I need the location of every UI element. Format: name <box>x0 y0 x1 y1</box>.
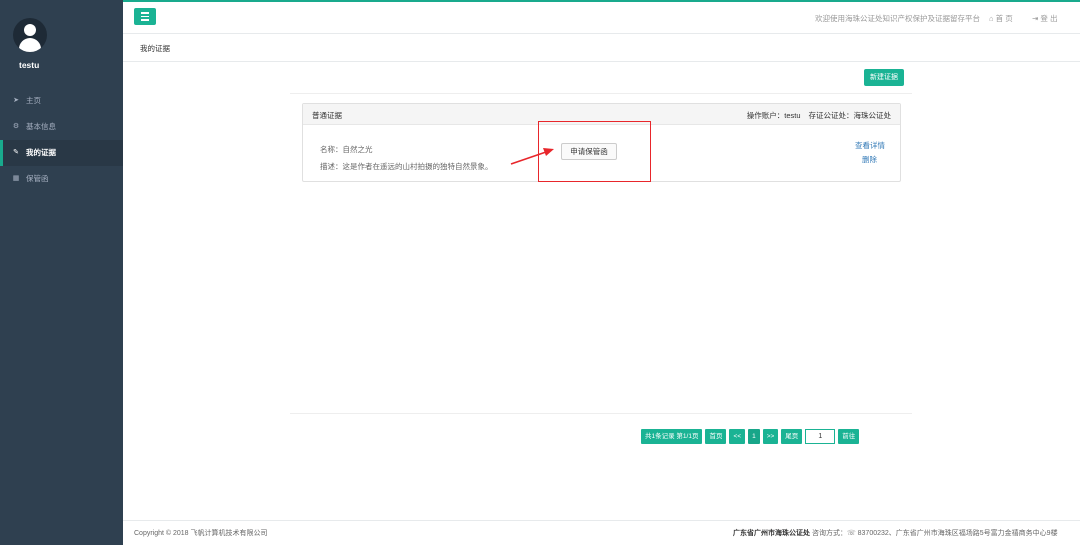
delete-link[interactable]: 删除 <box>862 154 877 165</box>
sidebar-item-label: 主页 <box>26 96 41 105</box>
footer: Copyright © 2018 飞帆计算机技术有限公司 广东省广州市海珠公证处… <box>123 520 1080 545</box>
arrow-shaft <box>510 151 547 165</box>
sidebar-item-label: 保管函 <box>26 174 49 183</box>
sidebar-item-custody-letter[interactable]: ▦ 保管函 <box>0 166 123 192</box>
operator-value: testu <box>784 111 801 120</box>
username: testu <box>19 60 40 70</box>
page-number-input[interactable]: 1 <box>805 429 836 444</box>
gear-icon: ⚙ <box>12 123 20 130</box>
page-1-button[interactable]: 1 <box>748 429 760 444</box>
view-details-link[interactable]: 查看详情 <box>855 140 885 151</box>
pagination: 共1条记录 第1/1页 首页 << 1 >> 尾页 1 前往 <box>641 429 860 444</box>
sidebar: testu ➤ 主页 ⚙ 基本信息 ✎ 我的证据 ▦ 保管函 <box>0 0 123 545</box>
go-page-button[interactable]: 前往 <box>838 429 860 444</box>
paper-plane-icon: ➤ <box>13 97 19 104</box>
sidebar-item-label: 基本信息 <box>26 122 56 131</box>
sidebar-nav: ➤ 主页 ⚙ 基本信息 ✎ 我的证据 ▦ 保管函 <box>0 88 123 192</box>
pagination-summary: 共1条记录 第1/1页 <box>641 429 703 444</box>
sidebar-item-home[interactable]: ➤ 主页 <box>0 88 123 114</box>
sidebar-item-basic-info[interactable]: ⚙ 基本信息 <box>0 114 123 140</box>
welcome-text: 欢迎使用海珠公证处知识产权保护及证据留存平台 <box>815 14 980 23</box>
first-page-button[interactable]: 首页 <box>705 429 727 444</box>
prev-page-button[interactable]: << <box>729 429 746 444</box>
home-link[interactable]: ⌂ 首 页 <box>989 13 1013 24</box>
avatar-body-shape <box>19 38 41 52</box>
logout-link[interactable]: ⇥ 登 出 <box>1032 13 1057 24</box>
page-title: 我的证据 <box>140 44 170 53</box>
avatar-head-shape <box>24 24 36 36</box>
menu-toggle-button[interactable] <box>134 8 156 25</box>
user-avatar[interactable] <box>13 18 47 52</box>
breadcrumb: 我的证据 <box>123 34 1080 62</box>
office-value: 海珠公证处 <box>853 111 892 120</box>
operator-label: 操作账户： <box>746 111 785 120</box>
org-name: 广东省广州市海珠公证处 <box>733 530 810 537</box>
table-icon: ▦ <box>12 175 20 182</box>
top-bar: 欢迎使用海珠公证处知识产权保护及证据留存平台 ⌂ 首 页 ⇥ 登 出 <box>123 0 1080 34</box>
contact-info: 广东省广州市海珠公证处 咨询方式：☏ 83700232、广东省广州市海珠区福场路… <box>733 528 1058 538</box>
contact-text: 咨询方式：☏ 83700232、广东省广州市海珠区福场路5号富力金禧商务中心9楼 <box>810 530 1058 537</box>
evidence-meta: 操作账户：testu 存证公证处：海珠公证处 <box>747 110 891 121</box>
hamburger-icon-line <box>141 15 149 18</box>
red-arrow-icon <box>510 148 554 165</box>
sidebar-item-my-evidence[interactable]: ✎ 我的证据 <box>0 140 123 166</box>
sidebar-item-label: 我的证据 <box>26 148 56 157</box>
evidence-description: 描述：这是作者在遥远的山村拍摄的独特自然景象。 <box>320 162 493 171</box>
last-page-button[interactable]: 尾页 <box>781 429 803 444</box>
hamburger-icon-line <box>141 19 149 21</box>
office-label: 存证公证处： <box>808 111 854 120</box>
gavel-icon: ✎ <box>13 149 19 156</box>
evidence-name: 名称：自然之光 <box>320 145 373 154</box>
copyright-text: Copyright © 2018 飞帆计算机技术有限公司 <box>134 530 268 537</box>
arrow-head <box>543 148 554 156</box>
hamburger-icon-line <box>141 12 149 14</box>
new-evidence-button[interactable]: 新建证据 <box>864 69 904 86</box>
evidence-type: 普通证据 <box>312 111 342 120</box>
divider <box>290 413 912 414</box>
next-page-button[interactable]: >> <box>762 429 779 444</box>
divider <box>290 93 912 94</box>
